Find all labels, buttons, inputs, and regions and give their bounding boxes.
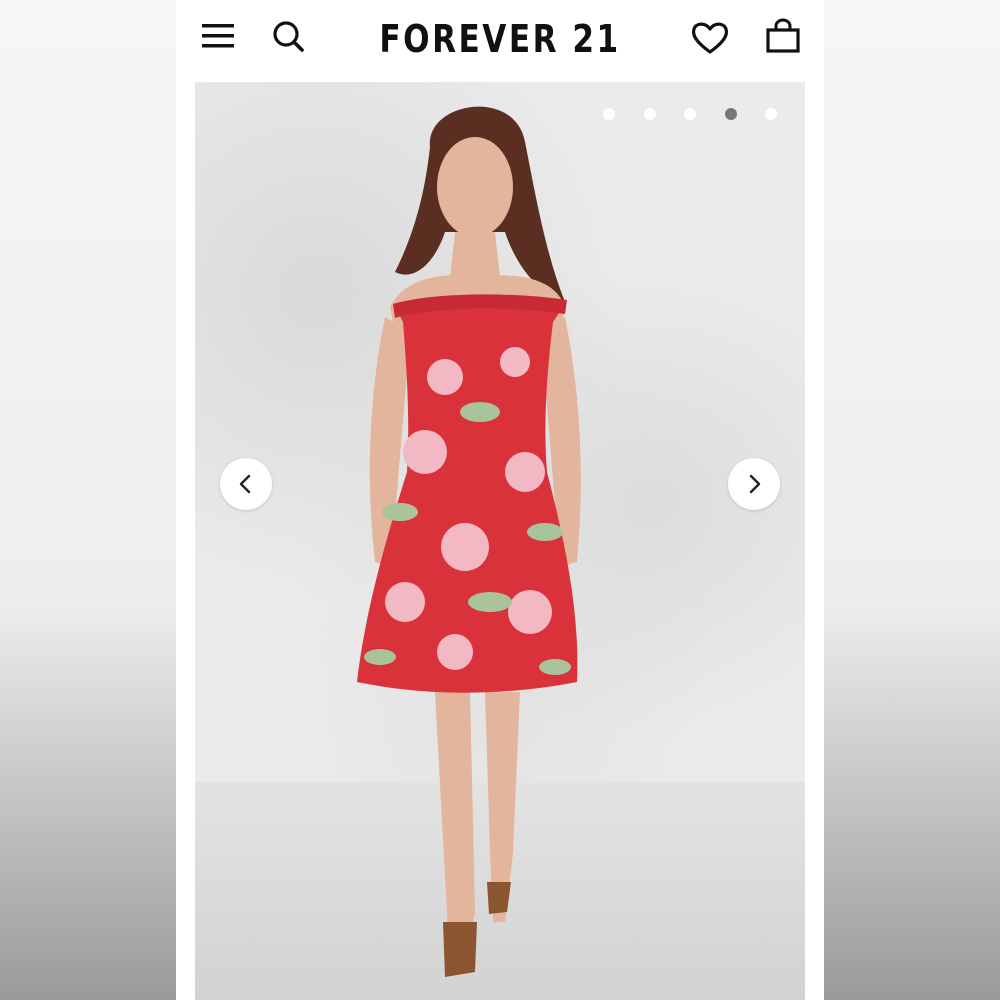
background-right — [824, 0, 1000, 1000]
previous-image-button[interactable] — [220, 458, 272, 510]
carousel-dot[interactable] — [643, 107, 656, 120]
heart-icon[interactable] — [690, 18, 730, 58]
carousel-dot[interactable] — [765, 107, 777, 120]
chevron-right-icon — [749, 474, 761, 494]
search-icon[interactable] — [270, 18, 306, 54]
menu-icon[interactable] — [200, 18, 236, 54]
carousel-dot-active[interactable] — [724, 107, 737, 120]
phone-screen: FOREVER 21 — [176, 0, 824, 1000]
background-left — [0, 0, 176, 1000]
brand-logo[interactable]: FOREVER 21 — [357, 12, 642, 66]
chevron-left-icon — [239, 474, 251, 494]
carousel-dot[interactable] — [603, 107, 616, 120]
carousel-pagination — [579, 105, 777, 120]
carousel-dot[interactable] — [684, 107, 697, 120]
next-image-button[interactable] — [728, 458, 780, 510]
product-photo — [357, 106, 581, 977]
bag-icon[interactable] — [764, 18, 802, 56]
product-image-carousel[interactable] — [195, 82, 805, 1000]
top-bar: FOREVER 21 — [176, 0, 824, 78]
